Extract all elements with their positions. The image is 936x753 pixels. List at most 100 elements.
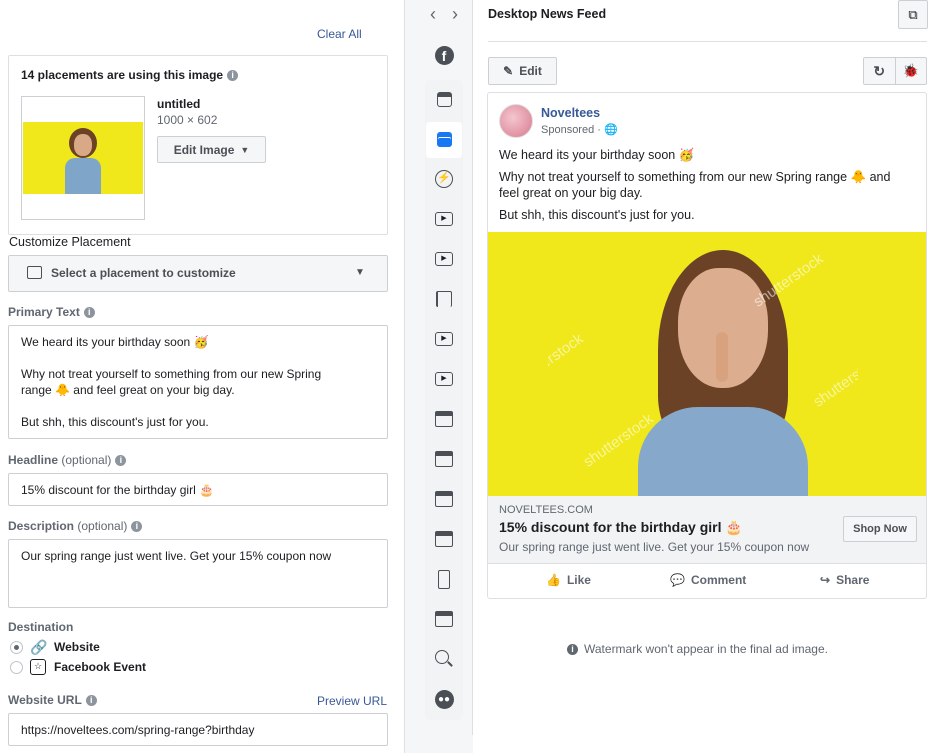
website-option-label: Website	[54, 640, 100, 654]
ad-editor-panel: Clear All 14 placements are using this i…	[0, 0, 404, 753]
info-icon[interactable]: i	[131, 521, 143, 532]
info-icon[interactable]: i	[83, 307, 95, 318]
shop-now-button[interactable]: Shop Now	[843, 516, 917, 542]
shirt-shape	[638, 407, 808, 496]
primary-text-line: We heard its your birthday soon 🥳	[21, 335, 209, 349]
ad-image[interactable]: shutterstock shutterstock shutterstock s…	[488, 232, 926, 496]
external-link-icon[interactable]: ⧉	[898, 0, 928, 29]
comment-label: Comment	[690, 573, 747, 587]
placement-icon	[27, 266, 42, 279]
share-label: Share	[836, 573, 870, 587]
info-icon[interactable]: i	[85, 695, 97, 706]
page-name[interactable]: Noveltees	[541, 106, 600, 120]
image-thumbnail[interactable]	[21, 96, 145, 220]
post-text-line: Why not treat yourself to something from…	[499, 170, 891, 184]
watermark-note: i Watermark won't appear in the final ad …	[567, 642, 828, 656]
feed-icon[interactable]	[434, 89, 454, 109]
post-text-line: But shh, this discount's just for you.	[499, 208, 695, 222]
messenger-icon[interactable]: ●●	[434, 689, 454, 709]
avatar[interactable]	[499, 104, 533, 138]
event-option-label: Facebook Event	[54, 660, 147, 674]
placement-select[interactable]: Select a placement to customize ▼	[8, 255, 388, 292]
chevron-left-icon[interactable]: ‹	[423, 4, 443, 24]
primary-text-line: But shh, this discount's just for you.	[21, 415, 209, 429]
image-dimensions: 1000 × 602	[157, 113, 218, 127]
edit-image-label: Edit Image	[173, 142, 235, 157]
pencil-icon: ✎	[503, 64, 514, 78]
thumbs-up-icon: 👍	[546, 573, 561, 587]
finger-shape	[716, 332, 728, 382]
headline-label: Headline (optional) i	[8, 453, 127, 467]
event-icon: ☆	[30, 659, 46, 675]
edit-image-button[interactable]: Edit Image ▼	[157, 136, 266, 163]
marketplace-icon[interactable]	[434, 449, 454, 469]
marketplace-icon[interactable]	[434, 609, 454, 629]
panel-divider	[404, 0, 405, 753]
share-button[interactable]: ↪ Share	[820, 573, 869, 587]
edit-button[interactable]: ✎ Edit	[488, 57, 557, 85]
link-domain: NOVELTEES.COM	[499, 504, 593, 516]
marketplace-icon[interactable]	[434, 489, 454, 509]
header-divider	[488, 41, 927, 42]
bug-icon[interactable]: 🐞	[896, 58, 927, 84]
share-icon: ↪	[820, 573, 831, 587]
placements-count: 14 placements are using this image i	[21, 68, 239, 82]
facebook-icon[interactable]: f	[434, 45, 454, 65]
video-icon[interactable]: ▶	[434, 209, 454, 229]
image-card: 14 placements are using this image i unti…	[8, 55, 388, 235]
description-field[interactable]: Our spring range just went live. Get you…	[8, 539, 388, 608]
destination-label: Destination	[8, 620, 74, 634]
preview-url-link[interactable]: Preview URL	[317, 694, 387, 708]
desktop-feed-icon[interactable]	[434, 129, 454, 149]
website-url-value: https://noveltees.com/spring-range?birth…	[21, 723, 255, 737]
comment-icon: 💬	[670, 573, 685, 587]
instant-articles-icon[interactable]: ⚡	[434, 169, 454, 189]
edit-label: Edit	[519, 64, 542, 78]
image-fill	[858, 232, 926, 496]
link-icon: 🔗	[30, 639, 48, 655]
description-label: Description (optional) i	[8, 519, 143, 533]
customize-placement-label: Customize Placement	[9, 235, 131, 249]
thumbnail-photo	[23, 122, 143, 194]
info-icon[interactable]: i	[115, 455, 127, 466]
marketplace-icon[interactable]	[434, 409, 454, 429]
marketplace-icon[interactable]	[434, 529, 454, 549]
image-name: untitled	[157, 97, 201, 111]
info-icon[interactable]: i	[227, 70, 239, 81]
globe-icon: 🌐	[603, 124, 618, 136]
primary-text-line: range 🐥 and feel great on your big day.	[21, 383, 235, 397]
chevron-right-icon[interactable]: ›	[445, 4, 465, 24]
primary-text-field[interactable]: We heard its your birthday soon 🥳 Why no…	[8, 325, 388, 439]
sponsored-label: Sponsored · 🌐	[541, 124, 618, 136]
search-icon[interactable]	[434, 649, 454, 669]
radio-website[interactable]	[10, 641, 23, 654]
primary-text-line: Why not treat yourself to something from…	[21, 367, 322, 381]
caret-down-icon: ▼	[240, 144, 250, 155]
video-icon[interactable]: ▶	[434, 249, 454, 269]
headline-field[interactable]: 15% discount for the birthday girl 🎂	[8, 473, 388, 506]
refresh-icon[interactable]: ↻	[864, 58, 896, 84]
link-headline: 15% discount for the birthday girl 🎂	[499, 519, 743, 535]
info-icon: i	[567, 644, 578, 655]
comment-button[interactable]: 💬 Comment	[670, 573, 746, 587]
like-label: Like	[566, 573, 591, 587]
image-fill	[488, 232, 548, 496]
post-text-line: We heard its your birthday soon 🥳	[499, 148, 695, 162]
clear-all-link[interactable]: Clear All	[317, 27, 362, 41]
headline-value: 15% discount for the birthday girl 🎂	[21, 483, 215, 497]
mobile-icon[interactable]	[434, 569, 454, 589]
video-icon[interactable]: ▶	[434, 369, 454, 389]
radio-facebook-event[interactable]	[10, 661, 23, 674]
stories-icon[interactable]	[434, 289, 454, 309]
placement-select-label: Select a placement to customize	[51, 266, 236, 280]
actions-divider	[488, 563, 926, 564]
chevron-down-icon: ▼	[355, 267, 365, 278]
link-description: Our spring range just went live. Get you…	[499, 540, 810, 554]
rail-divider	[472, 0, 473, 735]
website-url-field[interactable]: https://noveltees.com/spring-range?birth…	[8, 713, 388, 746]
website-url-label: Website URL i	[8, 693, 97, 707]
like-button[interactable]: 👍 Like	[546, 573, 591, 587]
description-value: Our spring range just went live. Get you…	[21, 549, 332, 563]
video-icon[interactable]: ▶	[434, 329, 454, 349]
preview-title: Desktop News Feed	[488, 7, 607, 21]
